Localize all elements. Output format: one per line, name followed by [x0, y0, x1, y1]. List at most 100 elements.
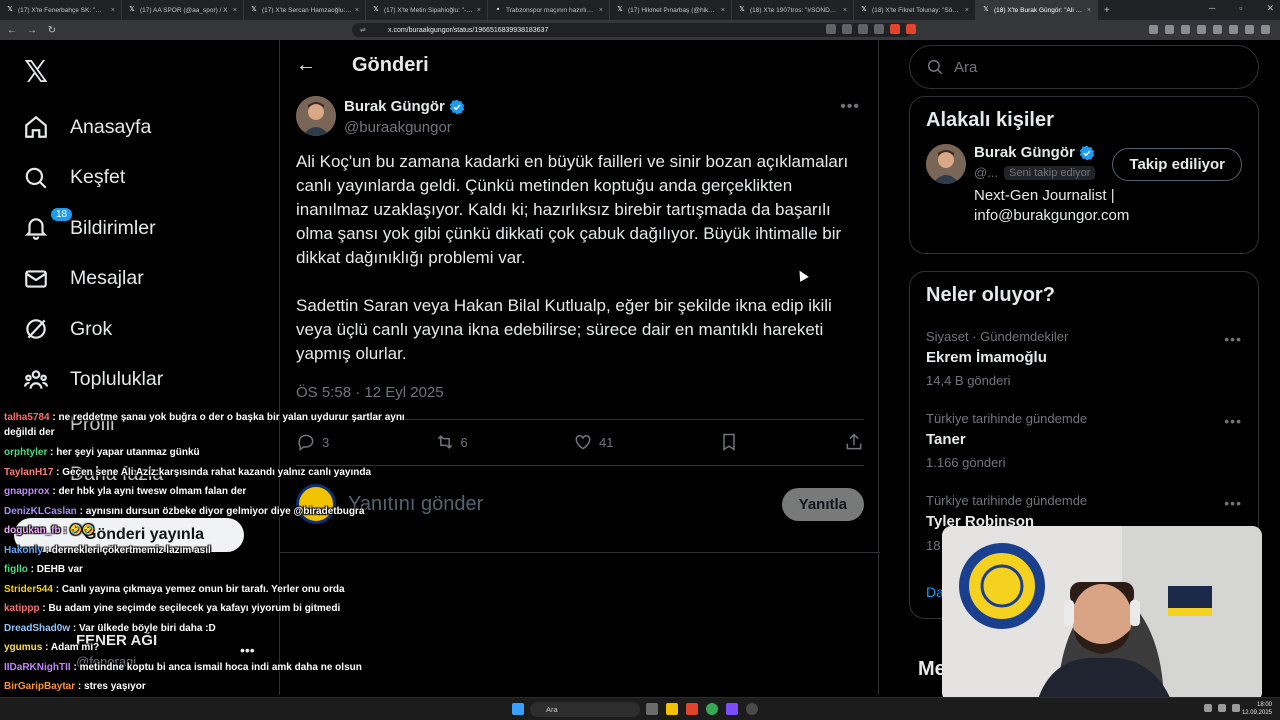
chat-username[interactable]: DreadShad0w	[4, 623, 70, 634]
volume-icon[interactable]	[1218, 704, 1226, 712]
trend-item[interactable]: Siyaset · Gündemdekiler Ekrem İmamoğlu 1…	[910, 319, 1258, 401]
cast-icon[interactable]	[826, 24, 836, 34]
vpn-icon[interactable]	[1245, 25, 1254, 34]
retweet-button[interactable]: 6	[435, 432, 468, 452]
chat-username[interactable]: Hakonly	[4, 545, 43, 556]
chat-username[interactable]: IIDaRKNighTII	[4, 662, 71, 673]
author-handle[interactable]: @buraakgungor	[344, 119, 465, 136]
browser-tab[interactable]: ▪Trabzonspor maçının hazırlıkları süre..…	[488, 0, 610, 20]
chat-username[interactable]: dogukan_fb	[4, 525, 61, 536]
file-explorer-icon[interactable]	[666, 703, 678, 715]
search-input[interactable]: Ara	[909, 45, 1259, 89]
discord-icon[interactable]	[726, 703, 738, 715]
network-icon[interactable]	[1204, 704, 1212, 712]
menu-icon[interactable]	[1261, 25, 1270, 34]
close-tab-icon[interactable]: ×	[477, 7, 481, 14]
tweet-timestamp[interactable]: ÖS 5:58 · 12 Eyl 2025	[296, 384, 444, 401]
chat-username[interactable]: talha5784	[4, 412, 50, 423]
extension-icon[interactable]	[1197, 25, 1206, 34]
bookmark-icon[interactable]	[874, 24, 884, 34]
trend-more-icon[interactable]: •••	[1224, 413, 1242, 429]
close-tab-icon[interactable]: ×	[721, 7, 725, 14]
chat-text: Geçen sene Ali Aziz karşısında rahat kaz…	[62, 466, 372, 478]
share-button[interactable]	[844, 432, 864, 452]
browser-tab-active[interactable]: 𝕏 (18) X'te Burak Güngör: "Ali Koç... ×	[976, 0, 1098, 20]
trend-item[interactable]: Türkiye tarihinde gündemde Taner 1.166 g…	[910, 401, 1258, 483]
author-name[interactable]: Burak Güngör	[344, 98, 465, 115]
avatar[interactable]	[296, 96, 336, 136]
chat-username[interactable]: ygumus	[4, 642, 42, 653]
chat-username[interactable]: gnapprox	[4, 486, 50, 497]
maximize-icon[interactable]: ▫	[1239, 3, 1242, 14]
browser-tab[interactable]: 𝕏(18) X'te Fikret Tolunay: "Sözün bitti.…	[854, 0, 976, 20]
obs-icon[interactable]	[746, 703, 758, 715]
reload-icon[interactable]: ↻	[44, 25, 60, 36]
chrome-icon[interactable]	[706, 703, 718, 715]
chat-username[interactable]: Strider544	[4, 584, 53, 595]
nav-notifications[interactable]: 18 Bildirimler	[22, 203, 252, 254]
chat-username[interactable]: DenizKLCaslan	[4, 506, 77, 517]
nav-explore[interactable]: Keşfet	[22, 153, 252, 204]
related-person[interactable]: Burak Güngör @... Seni takip ediyor Next…	[910, 144, 1258, 226]
browser-tab[interactable]: 𝕏(17) X'te Fenerbahçe SK: "📷 Trabzo...×	[0, 0, 122, 20]
tweet-author: Burak Güngör @buraakgungor	[296, 96, 465, 136]
browser-tab[interactable]: 𝕏 (17) AA SPOR (@aa_spor) / X ×	[122, 0, 244, 20]
reply-submit-button[interactable]: Yanıtla	[781, 487, 864, 521]
back-arrow-icon[interactable]: ←	[296, 54, 352, 77]
trend-more-icon[interactable]: •••	[1224, 331, 1242, 347]
brave-shield-icon[interactable]	[890, 24, 900, 34]
bookmark-button[interactable]	[719, 432, 739, 452]
browser-tab[interactable]: 𝕏(17) Hikmet Pınarbaş (@hikmetpınar...×	[610, 0, 732, 20]
wallet-icon[interactable]	[1229, 25, 1238, 34]
minimize-icon[interactable]: ─	[1209, 3, 1215, 14]
window-controls: ─ ▫ ✕	[1209, 3, 1274, 14]
chat-username[interactable]: TaylanH17	[4, 467, 53, 478]
x-logo[interactable]: 𝕏	[24, 55, 48, 90]
new-tab-button[interactable]: +	[1098, 5, 1116, 16]
related-people-panel: Alakalı kişiler Burak Güngör @... Seni t…	[909, 96, 1259, 254]
trend-category: Türkiye tarihinde gündemde	[926, 493, 1088, 508]
close-tab-icon[interactable]: ×	[599, 7, 603, 14]
zoom-icon[interactable]	[842, 24, 852, 34]
back-icon[interactable]: ←	[4, 25, 20, 36]
close-tab-icon[interactable]: ×	[233, 7, 237, 14]
chat-username[interactable]: katippp	[4, 603, 40, 614]
browser-tab[interactable]: 𝕏(17) X'te Metin Sipahioğlu: "- 1,5 sen.…	[366, 0, 488, 20]
battery-icon[interactable]	[1232, 704, 1240, 712]
brave-rewards-icon[interactable]	[906, 24, 916, 34]
taskbar-search[interactable]: Ara	[530, 702, 640, 717]
task-view-icon[interactable]	[646, 703, 658, 715]
nav-grok[interactable]: Grok	[22, 304, 252, 355]
nav-messages[interactable]: Mesajlar	[22, 254, 252, 305]
chat-username[interactable]: orphtyler	[4, 447, 47, 458]
brave-browser-icon[interactable]	[686, 703, 698, 715]
extension-icon[interactable]	[1181, 25, 1190, 34]
nav-home[interactable]: Anasayfa	[22, 102, 252, 153]
browser-tab[interactable]: 𝕏(17) X'te Sercan Hamzaoğlu: "Ali Koç...…	[244, 0, 366, 20]
close-window-icon[interactable]: ✕	[1266, 3, 1274, 14]
like-button[interactable]: 41	[573, 432, 613, 452]
sidebar-icon[interactable]	[1149, 25, 1158, 34]
tweet-more-icon[interactable]: •••	[840, 98, 860, 116]
following-button[interactable]: Takip ediliyor	[1112, 148, 1242, 181]
extension-icon[interactable]	[1213, 25, 1222, 34]
nav-communities[interactable]: Topluluklar	[22, 355, 252, 406]
close-tab-icon[interactable]: ×	[355, 7, 359, 14]
chat-text: der hbk yla ayni twesw olmam falan der	[58, 486, 247, 497]
trend-more-icon[interactable]: •••	[1224, 495, 1242, 511]
windows-start-icon[interactable]	[512, 703, 524, 715]
taskbar-clock[interactable]: 18:00 12.09.2025	[1242, 701, 1272, 717]
share-icon[interactable]	[858, 24, 868, 34]
chat-username[interactable]: BirGaripBaytar	[4, 681, 75, 692]
close-tab-icon[interactable]: ×	[111, 7, 115, 14]
close-tab-icon[interactable]: ×	[1087, 7, 1091, 14]
chat-username[interactable]: figllo	[4, 564, 28, 575]
site-info-icon[interactable]: ⇌	[360, 26, 366, 34]
avatar[interactable]	[926, 144, 966, 184]
browser-tab[interactable]: 𝕏(18) X'te 1907tros: "#SONDAKİKA |...×	[732, 0, 854, 20]
chat-separator: :	[42, 642, 51, 653]
music-icon[interactable]	[1165, 25, 1174, 34]
forward-icon[interactable]: →	[24, 25, 40, 36]
close-tab-icon[interactable]: ×	[965, 7, 969, 14]
close-tab-icon[interactable]: ×	[843, 7, 847, 14]
